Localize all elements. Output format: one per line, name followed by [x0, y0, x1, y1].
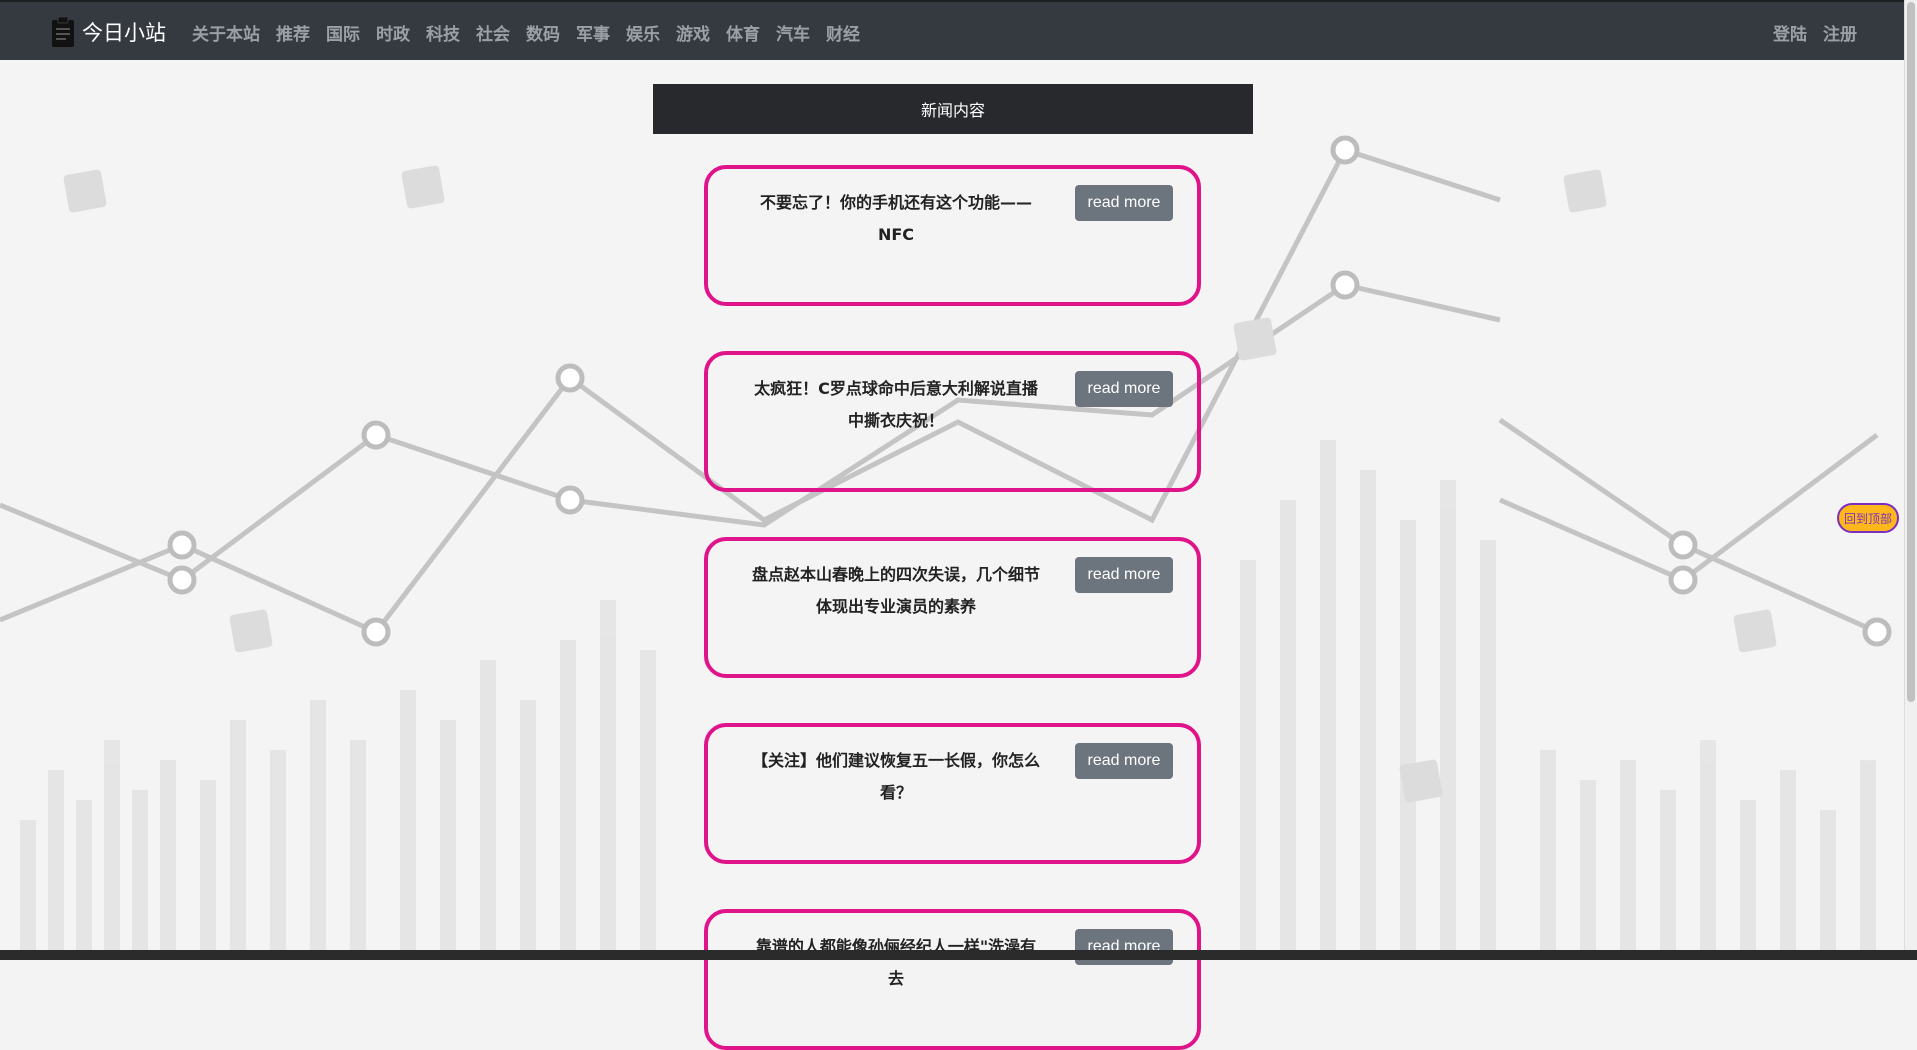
- taskbar-strip: [0, 950, 1917, 960]
- login-link[interactable]: 登陆: [1765, 20, 1815, 45]
- news-title[interactable]: 太疯狂！C罗点球命中后意大利解说直播中撕衣庆祝！: [748, 373, 1044, 437]
- nav-link-military[interactable]: 军事: [568, 20, 618, 45]
- nav-link-digital[interactable]: 数码: [518, 20, 568, 45]
- nav-link-politics[interactable]: 时政: [368, 20, 418, 45]
- scrollbar-thumb[interactable]: [1907, 2, 1915, 702]
- back-to-top-button[interactable]: 回到顶部: [1837, 503, 1899, 533]
- register-link[interactable]: 注册: [1815, 20, 1865, 45]
- brand-name: 今日小站: [82, 21, 166, 45]
- nav-link-finance[interactable]: 财经: [818, 20, 868, 45]
- news-title[interactable]: 靠谱的人都能像孙俪经纪人一样"洗澡有去: [748, 931, 1044, 995]
- nav-link-entertainment[interactable]: 娱乐: [618, 20, 668, 45]
- news-card: 太疯狂！C罗点球命中后意大利解说直播中撕衣庆祝！ read more: [704, 351, 1201, 492]
- nav-link-tech[interactable]: 科技: [418, 20, 468, 45]
- nav-link-games[interactable]: 游戏: [668, 20, 718, 45]
- news-section-header: 新闻内容: [653, 84, 1253, 134]
- nav-links: 关于本站 推荐 国际 时政 科技 社会 数码 军事 娱乐 游戏 体育 汽车 财经: [184, 2, 868, 62]
- page-scrollbar[interactable]: [1904, 0, 1917, 960]
- news-card: 盘点赵本山春晚上的四次失误，几个细节体现出专业演员的素养 read more: [704, 537, 1201, 678]
- read-more-button[interactable]: read more: [1075, 371, 1173, 407]
- clipboard-icon: [52, 16, 74, 47]
- brand-link[interactable]: 今日小站: [50, 14, 166, 50]
- read-more-button[interactable]: read more: [1075, 185, 1173, 221]
- auth-links: 登陆 注册: [1765, 2, 1865, 62]
- news-title[interactable]: 盘点赵本山春晚上的四次失误，几个细节体现出专业演员的素养: [748, 559, 1044, 623]
- news-card: 不要忘了！你的手机还有这个功能——NFC read more: [704, 165, 1201, 306]
- nav-link-recommend[interactable]: 推荐: [268, 20, 318, 45]
- nav-link-society[interactable]: 社会: [468, 20, 518, 45]
- read-more-button[interactable]: read more: [1075, 743, 1173, 779]
- top-navbar: 今日小站 关于本站 推荐 国际 时政 科技 社会 数码 军事 娱乐 游戏 体育 …: [0, 0, 1905, 60]
- read-more-button[interactable]: read more: [1075, 557, 1173, 593]
- nav-link-auto[interactable]: 汽车: [768, 20, 818, 45]
- nav-link-about[interactable]: 关于本站: [184, 20, 268, 45]
- news-card: 【关注】他们建议恢复五一长假，你怎么看？ read more: [704, 723, 1201, 864]
- news-card: 靠谱的人都能像孙俪经纪人一样"洗澡有去 read more: [704, 909, 1201, 1050]
- news-title[interactable]: 不要忘了！你的手机还有这个功能——NFC: [748, 187, 1044, 251]
- nav-link-international[interactable]: 国际: [318, 20, 368, 45]
- news-title[interactable]: 【关注】他们建议恢复五一长假，你怎么看？: [748, 745, 1044, 809]
- nav-link-sports[interactable]: 体育: [718, 20, 768, 45]
